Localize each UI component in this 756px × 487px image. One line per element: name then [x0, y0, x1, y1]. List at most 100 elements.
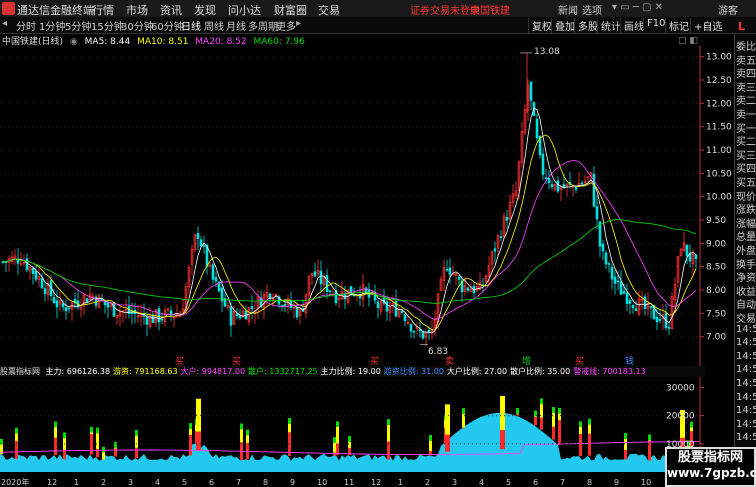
- price-tick: 11.50: [706, 123, 732, 133]
- price-tick: 9.00: [706, 239, 726, 249]
- menu-item-market[interactable]: 市场: [126, 2, 148, 18]
- candle-body: [541, 153, 545, 175]
- date-tick: 8: [263, 478, 268, 487]
- candle-body: [34, 270, 38, 280]
- big-bar: [558, 407, 561, 414]
- menu-item-ask[interactable]: 问小达: [228, 2, 261, 18]
- candle-body: [61, 303, 65, 308]
- period-60min[interactable]: 60分钟: [151, 18, 184, 33]
- menu-item-discover[interactable]: 发现: [194, 2, 216, 18]
- more-arrow-icon[interactable]: ▸: [296, 18, 301, 29]
- candle-body: [613, 276, 617, 284]
- period-weekly[interactable]: 周线: [204, 18, 224, 33]
- big-bar: [516, 408, 519, 414]
- candle-body: [112, 302, 116, 317]
- main-bar: [135, 447, 138, 459]
- hot-bar: [690, 427, 693, 432]
- date-tick: 5: [182, 478, 187, 487]
- ma60-line: [3, 219, 697, 304]
- menu-options[interactable]: 选项: [582, 2, 602, 17]
- big-bar: [540, 398, 543, 405]
- candle-body: [598, 221, 602, 247]
- candle-body: [544, 177, 548, 180]
- candle-body: [649, 306, 653, 308]
- hot-bar: [90, 432, 93, 434]
- hot-bar: [288, 423, 291, 433]
- main-bar: [500, 430, 505, 450]
- ma5-line: [3, 107, 697, 334]
- period-1min[interactable]: 1分钟: [39, 18, 65, 33]
- btn-overlay[interactable]: 叠加: [551, 18, 575, 33]
- period-more[interactable]: 更多: [276, 18, 296, 33]
- main-bar: [196, 431, 201, 451]
- big-bar: [462, 408, 465, 414]
- btn-multi-stock[interactable]: 多股: [574, 18, 598, 33]
- watermark-line1: 股票指标网: [677, 450, 743, 465]
- candle-body: [595, 206, 599, 220]
- period-5min[interactable]: 5分钟: [65, 18, 91, 33]
- watermark: 股票指标网 www.7gpzb.com: [665, 447, 756, 487]
- date-tick: 3: [128, 478, 133, 487]
- app-title: 通达信金融终端: [17, 4, 94, 17]
- btn-mark[interactable]: 标记: [665, 18, 689, 33]
- toolbar-arrow-icon[interactable]: ◂: [2, 18, 7, 29]
- price-tick: 7.50: [706, 309, 726, 319]
- user-label[interactable]: 游客: [718, 2, 738, 17]
- hot-bar: [135, 435, 138, 448]
- menu-item-news[interactable]: 资讯: [160, 2, 182, 18]
- menu-item-wealth[interactable]: 财富圈: [274, 2, 307, 18]
- indicator-chart[interactable]: 300002000010000: [0, 377, 705, 476]
- hot-bar: [246, 435, 249, 444]
- candle-body: [610, 266, 614, 280]
- big-bar: [15, 427, 18, 434]
- candle-body: [529, 81, 533, 101]
- indicator-field: 散户: 1332717.25: [248, 367, 318, 376]
- btn-f10[interactable]: F10: [643, 18, 665, 29]
- period-15min[interactable]: 15分钟: [91, 18, 124, 33]
- candle-body: [466, 287, 470, 291]
- period-multi[interactable]: 多周期: [248, 18, 278, 33]
- btn-stats[interactable]: 统计: [597, 18, 621, 33]
- kline-chart[interactable]: 买 买 买 卖 增 买 钱 13.00 12.50 12.00 11.50 11.00 10.50 10…: [0, 46, 734, 366]
- period-toolbar: ◂ 分时 1分钟 5分钟 15分钟 30分钟 60分钟 日线 周线 月线 多周期…: [0, 17, 756, 34]
- window-controls-icon[interactable]: ▾ ▭ ─ ▢ ✕: [612, 2, 663, 13]
- candle-body: [631, 305, 635, 309]
- date-tick: 1: [74, 478, 79, 487]
- hot-bar: [96, 433, 99, 449]
- side-panel-label: 14:50: [736, 391, 756, 403]
- menu-item-trade[interactable]: 交易: [318, 2, 340, 18]
- candle-body: [412, 330, 416, 333]
- main-bar: [552, 426, 555, 440]
- candle-body: [535, 118, 539, 139]
- btn-draw[interactable]: 画线: [620, 18, 644, 33]
- chart-controls-icon[interactable]: □ ◧: [678, 36, 698, 46]
- candle-body: [328, 290, 332, 293]
- period-monthly[interactable]: 月线: [226, 18, 246, 33]
- period-30min[interactable]: 30分钟: [121, 18, 154, 33]
- price-tick: 8.50: [706, 263, 726, 273]
- indicator-field: 游资比例: 31.00: [383, 367, 444, 376]
- price-tick: 8.00: [706, 286, 726, 296]
- candle-body: [604, 252, 608, 265]
- date-tick: 7: [236, 478, 241, 487]
- candle-body: [55, 300, 59, 308]
- hot-bar: [0, 444, 3, 455]
- menu-news[interactable]: 新闻: [558, 2, 578, 17]
- candle-body: [619, 281, 623, 295]
- period-intraday[interactable]: 分时: [16, 18, 36, 33]
- indicator-tick: 30000: [666, 383, 695, 393]
- btn-adjust[interactable]: 复权: [528, 18, 552, 33]
- period-daily[interactable]: 日线: [181, 18, 201, 33]
- ma10-line: [3, 134, 697, 331]
- date-tick: 2020年: [1, 477, 29, 487]
- stock-link[interactable]: 中国铁建: [470, 2, 510, 17]
- candle-body: [250, 306, 254, 310]
- candle-body: [493, 248, 497, 252]
- side-panel-label: 14:50: [736, 364, 756, 376]
- btn-add-watchlist[interactable]: +自选: [690, 18, 722, 33]
- indicator-field: 大户比例: 27.00: [446, 367, 508, 376]
- side-tab[interactable]: L: [738, 20, 745, 33]
- candle-body: [403, 314, 407, 321]
- menu-item-quotes[interactable]: 行情: [92, 2, 114, 18]
- hot-bar: [348, 441, 351, 449]
